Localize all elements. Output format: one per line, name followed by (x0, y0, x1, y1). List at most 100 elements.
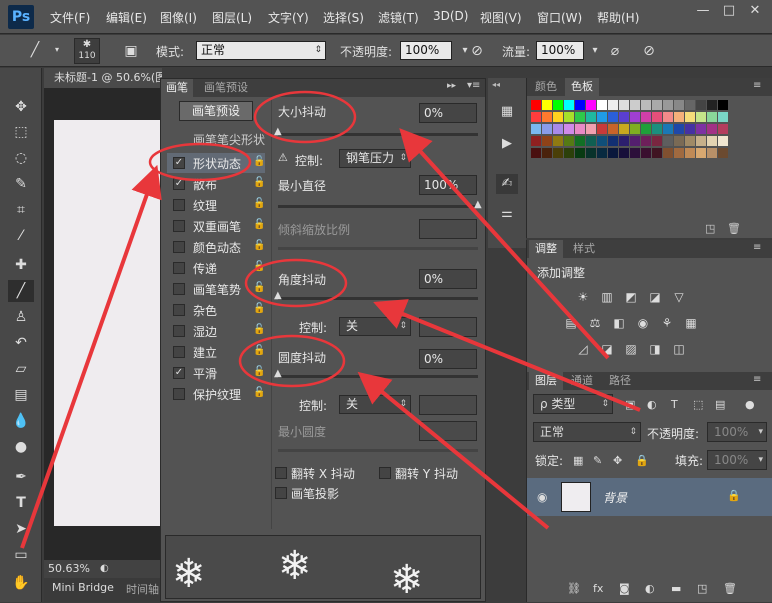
color-swatch[interactable] (619, 148, 629, 158)
color-swatch[interactable] (619, 124, 629, 134)
pen-tool-icon[interactable]: ✒ (8, 466, 34, 488)
vibrance-icon[interactable]: ▽ (671, 290, 687, 304)
color-lookup-icon[interactable]: ▦ (683, 316, 699, 330)
brush-option-color-dynamics[interactable]: 颜色动态 🔓 (167, 237, 265, 257)
brush-option-build-up[interactable]: 建立 🔓 (167, 342, 265, 362)
color-swatch[interactable] (663, 100, 673, 110)
menu-view[interactable]: 视图(V) (480, 9, 522, 26)
color-swatch[interactable] (707, 100, 717, 110)
shape-tool-icon[interactable]: ▭ (8, 544, 34, 566)
checkbox[interactable]: ✓ (173, 367, 185, 379)
pressure-size-icon[interactable]: ⊘ (638, 40, 660, 62)
lasso-tool-icon[interactable]: ◌ (8, 147, 34, 169)
panel-collapse-icon[interactable]: ▸▸ (447, 81, 456, 91)
color-swatch[interactable] (542, 148, 552, 158)
tab-adjustments[interactable]: 调整 (529, 240, 563, 258)
checkbox[interactable]: ✓ (173, 157, 185, 169)
lock-icon[interactable]: 🔓 (253, 240, 265, 251)
panel-menu-icon[interactable]: ▾≡ (467, 80, 480, 91)
checkbox[interactable] (173, 220, 185, 232)
color-swatch[interactable] (696, 148, 706, 158)
blend-mode-select[interactable]: 正常 ⇕ (533, 422, 641, 442)
tab-paths[interactable]: 路径 (603, 372, 637, 390)
color-swatch[interactable] (707, 124, 717, 134)
curves-icon[interactable]: ◩ (623, 290, 639, 304)
color-swatch[interactable] (564, 112, 574, 122)
color-swatch[interactable] (608, 136, 618, 146)
filter-smart-icon[interactable]: ▤ (715, 398, 725, 411)
document-tab[interactable]: 未标题-1 @ 50.6%(图层 1 (44, 68, 162, 88)
color-swatch[interactable] (586, 100, 596, 110)
color-swatch[interactable] (531, 112, 541, 122)
filter-shape-icon[interactable]: ⬚ (693, 398, 703, 411)
color-swatch[interactable] (608, 148, 618, 158)
color-swatch[interactable] (696, 100, 706, 110)
color-swatch[interactable] (718, 124, 728, 134)
checkbox[interactable] (379, 467, 391, 479)
layer-row-background[interactable]: ◉ 背景 🔒 (527, 478, 772, 516)
color-swatch[interactable] (597, 124, 607, 134)
menu-help[interactable]: 帮助(H) (597, 9, 639, 26)
color-swatch[interactable] (641, 124, 651, 134)
hand-tool-icon[interactable]: ✋ (8, 572, 34, 594)
filter-type-icon[interactable]: T (671, 398, 678, 411)
history-brush-tool-icon[interactable]: ↶ (8, 332, 34, 354)
new-swatch-icon[interactable]: ◳ (705, 222, 715, 235)
color-swatch[interactable] (674, 148, 684, 158)
lock-icon[interactable]: 🔓 (253, 345, 265, 356)
collapse-icon[interactable]: ◂◂ (492, 80, 500, 89)
menu-select[interactable]: 选择(S) (323, 9, 364, 26)
color-swatch[interactable] (652, 148, 662, 158)
fill-field[interactable]: 100% ▾ (707, 450, 767, 470)
color-swatch[interactable] (531, 100, 541, 110)
checkbox[interactable] (173, 283, 185, 295)
marquee-tool-icon[interactable]: ⬚ (8, 121, 34, 143)
color-swatch[interactable] (674, 112, 684, 122)
brush-option-wet-edges[interactable]: 湿边 🔓 (167, 321, 265, 341)
lock-icon[interactable]: 🔓 (253, 177, 265, 188)
slider-thumb-icon[interactable]: ▲ (274, 368, 282, 379)
roundness-jitter-slider[interactable] (278, 375, 478, 378)
menu-window[interactable]: 窗口(W) (537, 9, 582, 26)
color-swatch[interactable] (663, 112, 673, 122)
flow-dropdown-icon[interactable]: ▾ (584, 40, 606, 62)
size-jitter-value[interactable]: 0% (419, 103, 477, 123)
channel-mixer-icon[interactable]: ⚘ (659, 316, 675, 330)
color-swatch[interactable] (608, 112, 618, 122)
brush-option-dual-brush[interactable]: 双重画笔 🔓 (167, 216, 265, 236)
brush-panel-toggle-icon[interactable]: ▣ (120, 40, 142, 62)
invert-icon[interactable]: ◿ (575, 342, 591, 356)
color-swatch[interactable] (553, 100, 563, 110)
color-swatch[interactable] (575, 136, 585, 146)
menu-filter[interactable]: 滤镜(T) (378, 9, 419, 26)
color-swatch[interactable] (630, 136, 640, 146)
min-diameter-slider[interactable] (278, 205, 478, 208)
lock-pixels-icon[interactable]: ✎ (593, 454, 602, 467)
menu-3d[interactable]: 3D(D) (433, 9, 468, 23)
visibility-eye-icon[interactable]: ◉ (537, 490, 547, 504)
color-swatch[interactable] (575, 100, 585, 110)
color-swatch[interactable] (718, 136, 728, 146)
color-swatch[interactable] (586, 148, 596, 158)
levels-icon[interactable]: ▥ (599, 290, 615, 304)
gradient-tool-icon[interactable]: ▤ (8, 384, 34, 406)
color-swatch[interactable] (619, 136, 629, 146)
lock-icon[interactable]: 🔓 (253, 303, 265, 314)
layer-opacity-field[interactable]: 100% ▾ (707, 422, 767, 442)
color-swatch[interactable] (685, 100, 695, 110)
color-swatch[interactable] (542, 124, 552, 134)
brush-option-transfer[interactable]: 传递 🔓 (167, 258, 265, 278)
new-layer-icon[interactable]: ◳ (697, 582, 707, 595)
color-swatch[interactable] (542, 136, 552, 146)
color-swatch[interactable] (586, 124, 596, 134)
color-swatch[interactable] (685, 124, 695, 134)
color-swatch[interactable] (696, 112, 706, 122)
brightness-contrast-icon[interactable]: ☀ (575, 290, 591, 304)
color-swatch[interactable] (641, 136, 651, 146)
color-swatch[interactable] (630, 112, 640, 122)
delete-layer-icon[interactable]: 🗑 (723, 582, 737, 595)
mode-select[interactable]: 正常 ⇕ (196, 41, 326, 60)
posterize-icon[interactable]: ◪ (599, 342, 615, 356)
min-diameter-value[interactable]: 100% (419, 175, 477, 195)
color-swatch[interactable] (564, 136, 574, 146)
